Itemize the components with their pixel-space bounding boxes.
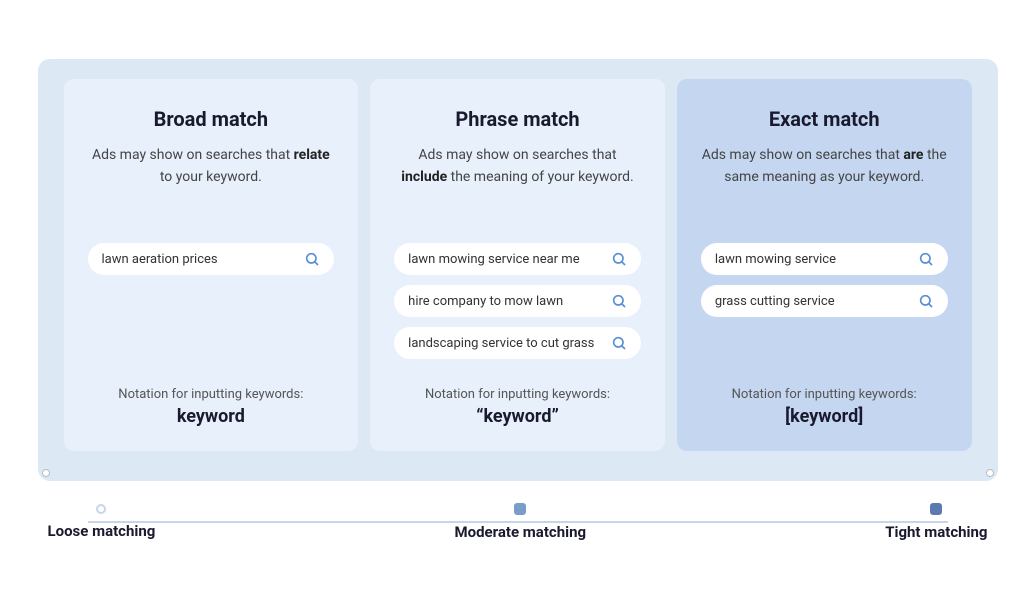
notation-value-broad: keyword	[118, 406, 303, 427]
search-bar-phrase-2[interactable]: landscaping service to cut grass	[394, 327, 641, 359]
timeline-items: Loose matching Moderate matching Tight mat…	[48, 503, 988, 541]
search-bar-phrase-1[interactable]: hire company to mow lawn	[394, 285, 641, 317]
notation-label-phrase: Notation for inputting keywords:	[425, 387, 610, 402]
search-bar-phrase-0[interactable]: lawn mowing service near me	[394, 243, 641, 275]
timeline-label-2: Tight matching	[885, 523, 987, 541]
notation-label-exact: Notation for inputting keywords:	[732, 387, 917, 402]
search-icon	[611, 335, 627, 351]
search-icon	[918, 293, 934, 309]
search-icon	[611, 293, 627, 309]
search-icon	[304, 251, 320, 267]
search-text-phrase-1: hire company to mow lawn	[408, 294, 603, 309]
search-text-phrase-0: lawn mowing service near me	[408, 252, 603, 267]
search-text-exact-1: grass cutting service	[715, 294, 910, 309]
timeline-dot-1	[514, 503, 526, 515]
timeline-item-0: Loose matching	[48, 504, 156, 540]
search-bar-exact-1[interactable]: grass cutting service	[701, 285, 948, 317]
card-exact-title: Exact match	[769, 107, 880, 131]
corner-dot-bl	[42, 469, 50, 477]
search-text-broad-0: lawn aeration prices	[102, 252, 297, 267]
search-text-exact-0: lawn mowing service	[715, 252, 910, 267]
notation-broad: Notation for inputting keywords: keyword	[118, 387, 303, 427]
timeline-section: Loose matching Moderate matching Tight mat…	[38, 503, 998, 541]
card-phrase-title: Phrase match	[455, 107, 579, 131]
outer-wrapper: Broad match Ads may show on searches that…	[38, 59, 998, 541]
notation-value-exact: [keyword]	[732, 406, 917, 427]
corner-dot-br	[986, 469, 994, 477]
card-exact-desc: Ads may show on searches that are the sa…	[701, 145, 948, 215]
search-text-phrase-2: landscaping service to cut grass	[408, 336, 603, 351]
search-icon	[611, 251, 627, 267]
card-broad-title: Broad match	[154, 107, 268, 131]
card-exact-search-fields: lawn mowing service grass cutting service	[701, 243, 948, 359]
card-phrase-desc: Ads may show on searches that include th…	[394, 145, 641, 215]
timeline-dot-2	[930, 503, 942, 515]
cards-container: Broad match Ads may show on searches that…	[38, 59, 998, 481]
card-broad-desc: Ads may show on searches that relate to …	[88, 145, 335, 215]
notation-value-phrase: “keyword”	[425, 406, 610, 427]
timeline-item-1: Moderate matching	[454, 503, 586, 541]
search-bar-exact-0[interactable]: lawn mowing service	[701, 243, 948, 275]
card-broad: Broad match Ads may show on searches that…	[64, 79, 359, 451]
timeline-label-1: Moderate matching	[454, 523, 586, 541]
card-phrase: Phrase match Ads may show on searches tha…	[370, 79, 665, 451]
search-bar-broad-0[interactable]: lawn aeration prices	[88, 243, 335, 275]
timeline-item-2: Tight matching	[885, 503, 987, 541]
card-phrase-search-fields: lawn mowing service near me hire company …	[394, 243, 641, 359]
card-exact: Exact match Ads may show on searches that…	[677, 79, 972, 451]
notation-exact: Notation for inputting keywords: [keyword…	[732, 387, 917, 427]
card-broad-search-fields: lawn aeration prices	[88, 243, 335, 359]
notation-label-broad: Notation for inputting keywords:	[118, 387, 303, 402]
search-icon	[918, 251, 934, 267]
timeline-dot-0	[96, 504, 106, 514]
notation-phrase: Notation for inputting keywords: “keyword…	[425, 387, 610, 427]
timeline-label-0: Loose matching	[48, 522, 156, 540]
